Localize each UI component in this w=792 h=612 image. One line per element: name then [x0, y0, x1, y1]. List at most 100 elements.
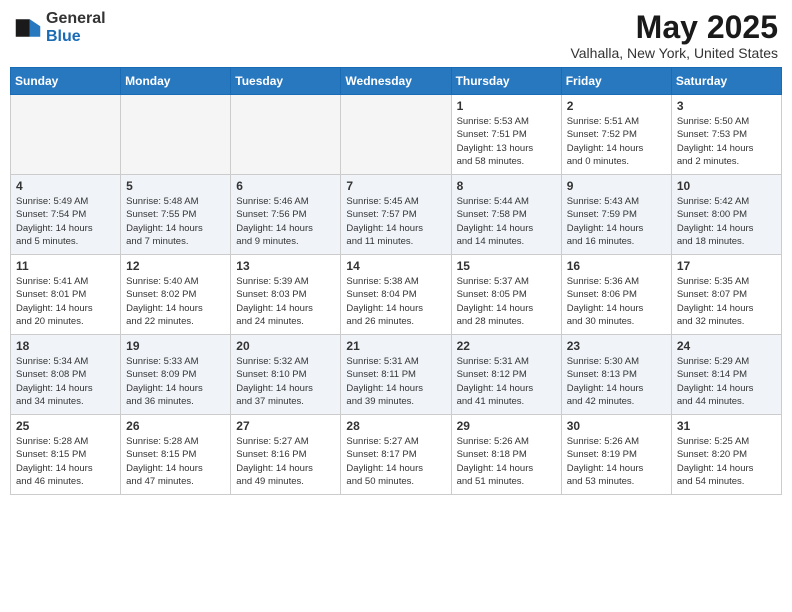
logo-icon	[14, 14, 42, 42]
day-number: 7	[346, 179, 445, 193]
calendar-cell: 7 Sunrise: 5:45 AM Sunset: 7:57 PM Daylig…	[341, 175, 451, 255]
day-number: 28	[346, 419, 445, 433]
day-number: 6	[236, 179, 335, 193]
day-info: Sunrise: 5:26 AM Sunset: 8:19 PM Dayligh…	[567, 435, 666, 488]
calendar-cell: 10 Sunrise: 5:42 AM Sunset: 8:00 PM Dayli…	[671, 175, 781, 255]
calendar-cell	[231, 95, 341, 175]
day-info: Sunrise: 5:28 AM Sunset: 8:15 PM Dayligh…	[16, 435, 115, 488]
day-header-sunday: Sunday	[11, 68, 121, 95]
day-info: Sunrise: 5:28 AM Sunset: 8:15 PM Dayligh…	[126, 435, 225, 488]
calendar-cell: 26 Sunrise: 5:28 AM Sunset: 8:15 PM Dayli…	[121, 415, 231, 495]
day-info: Sunrise: 5:53 AM Sunset: 7:51 PM Dayligh…	[457, 115, 556, 168]
calendar-week-4: 18Sunrise: 5:34 AM Sunset: 8:08 PM Dayli…	[11, 335, 782, 415]
day-info: Sunrise: 5:49 AM Sunset: 7:54 PM Dayligh…	[16, 195, 115, 248]
calendar-cell: 6 Sunrise: 5:46 AM Sunset: 7:56 PM Daylig…	[231, 175, 341, 255]
calendar-cell: 9 Sunrise: 5:43 AM Sunset: 7:59 PM Daylig…	[561, 175, 671, 255]
calendar-cell: 29 Sunrise: 5:26 AM Sunset: 8:18 PM Dayli…	[451, 415, 561, 495]
month-title: May 2025	[570, 10, 778, 45]
day-number: 29	[457, 419, 556, 433]
day-info: Sunrise: 5:37 AM Sunset: 8:05 PM Dayligh…	[457, 275, 556, 328]
logo-general: General	[46, 10, 106, 28]
day-header-saturday: Saturday	[671, 68, 781, 95]
day-number: 4	[16, 179, 115, 193]
day-number: 23	[567, 339, 666, 353]
calendar-cell: 11Sunrise: 5:41 AM Sunset: 8:01 PM Dayli…	[11, 255, 121, 335]
day-number: 22	[457, 339, 556, 353]
calendar-cell	[341, 95, 451, 175]
day-number: 10	[677, 179, 776, 193]
day-header-wednesday: Wednesday	[341, 68, 451, 95]
day-info: Sunrise: 5:45 AM Sunset: 7:57 PM Dayligh…	[346, 195, 445, 248]
day-number: 26	[126, 419, 225, 433]
day-info: Sunrise: 5:34 AM Sunset: 8:08 PM Dayligh…	[16, 355, 115, 408]
day-info: Sunrise: 5:27 AM Sunset: 8:17 PM Dayligh…	[346, 435, 445, 488]
calendar-cell: 16 Sunrise: 5:36 AM Sunset: 8:06 PM Dayli…	[561, 255, 671, 335]
calendar-cell	[11, 95, 121, 175]
day-info: Sunrise: 5:42 AM Sunset: 8:00 PM Dayligh…	[677, 195, 776, 248]
day-info: Sunrise: 5:27 AM Sunset: 8:16 PM Dayligh…	[236, 435, 335, 488]
calendar-cell: 22 Sunrise: 5:31 AM Sunset: 8:12 PM Dayli…	[451, 335, 561, 415]
calendar-cell: 4 Sunrise: 5:49 AM Sunset: 7:54 PM Daylig…	[11, 175, 121, 255]
calendar-cell: 12 Sunrise: 5:40 AM Sunset: 8:02 PM Dayli…	[121, 255, 231, 335]
calendar-cell: 13Sunrise: 5:39 AM Sunset: 8:03 PM Dayli…	[231, 255, 341, 335]
day-number: 12	[126, 259, 225, 273]
day-number: 24	[677, 339, 776, 353]
day-number: 31	[677, 419, 776, 433]
calendar-cell: 25Sunrise: 5:28 AM Sunset: 8:15 PM Dayli…	[11, 415, 121, 495]
day-number: 16	[567, 259, 666, 273]
day-number: 17	[677, 259, 776, 273]
calendar-cell: 30 Sunrise: 5:26 AM Sunset: 8:19 PM Dayli…	[561, 415, 671, 495]
day-number: 15	[457, 259, 556, 273]
day-number: 21	[346, 339, 445, 353]
day-info: Sunrise: 5:40 AM Sunset: 8:02 PM Dayligh…	[126, 275, 225, 328]
day-info: Sunrise: 5:31 AM Sunset: 8:11 PM Dayligh…	[346, 355, 445, 408]
calendar-cell: 1 Sunrise: 5:53 AM Sunset: 7:51 PM Daylig…	[451, 95, 561, 175]
day-info: Sunrise: 5:51 AM Sunset: 7:52 PM Dayligh…	[567, 115, 666, 168]
calendar-cell: 5 Sunrise: 5:48 AM Sunset: 7:55 PM Daylig…	[121, 175, 231, 255]
day-number: 5	[126, 179, 225, 193]
day-number: 8	[457, 179, 556, 193]
calendar-cell: 14 Sunrise: 5:38 AM Sunset: 8:04 PM Dayli…	[341, 255, 451, 335]
day-info: Sunrise: 5:26 AM Sunset: 8:18 PM Dayligh…	[457, 435, 556, 488]
logo-blue: Blue	[46, 28, 106, 46]
calendar-header-row: SundayMondayTuesdayWednesdayThursdayFrid…	[11, 68, 782, 95]
day-info: Sunrise: 5:46 AM Sunset: 7:56 PM Dayligh…	[236, 195, 335, 248]
day-number: 3	[677, 99, 776, 113]
day-header-tuesday: Tuesday	[231, 68, 341, 95]
calendar-cell: 28 Sunrise: 5:27 AM Sunset: 8:17 PM Dayli…	[341, 415, 451, 495]
calendar-cell: 3Sunrise: 5:50 AM Sunset: 7:53 PM Daylig…	[671, 95, 781, 175]
calendar-cell: 8Sunrise: 5:44 AM Sunset: 7:58 PM Daylig…	[451, 175, 561, 255]
calendar-cell: 19Sunrise: 5:33 AM Sunset: 8:09 PM Dayli…	[121, 335, 231, 415]
day-info: Sunrise: 5:48 AM Sunset: 7:55 PM Dayligh…	[126, 195, 225, 248]
day-info: Sunrise: 5:36 AM Sunset: 8:06 PM Dayligh…	[567, 275, 666, 328]
day-info: Sunrise: 5:25 AM Sunset: 8:20 PM Dayligh…	[677, 435, 776, 488]
day-info: Sunrise: 5:38 AM Sunset: 8:04 PM Dayligh…	[346, 275, 445, 328]
day-header-friday: Friday	[561, 68, 671, 95]
calendar-week-2: 4 Sunrise: 5:49 AM Sunset: 7:54 PM Daylig…	[11, 175, 782, 255]
calendar-cell: 15 Sunrise: 5:37 AM Sunset: 8:05 PM Dayli…	[451, 255, 561, 335]
day-number: 9	[567, 179, 666, 193]
day-number: 1	[457, 99, 556, 113]
calendar-cell: 31 Sunrise: 5:25 AM Sunset: 8:20 PM Dayli…	[671, 415, 781, 495]
day-info: Sunrise: 5:31 AM Sunset: 8:12 PM Dayligh…	[457, 355, 556, 408]
logo: General Blue	[14, 10, 106, 45]
day-info: Sunrise: 5:29 AM Sunset: 8:14 PM Dayligh…	[677, 355, 776, 408]
day-info: Sunrise: 5:43 AM Sunset: 7:59 PM Dayligh…	[567, 195, 666, 248]
calendar-cell: 18Sunrise: 5:34 AM Sunset: 8:08 PM Dayli…	[11, 335, 121, 415]
logo-text: General Blue	[46, 10, 106, 45]
day-number: 20	[236, 339, 335, 353]
day-info: Sunrise: 5:30 AM Sunset: 8:13 PM Dayligh…	[567, 355, 666, 408]
day-number: 14	[346, 259, 445, 273]
calendar-table: SundayMondayTuesdayWednesdayThursdayFrid…	[10, 67, 782, 495]
day-info: Sunrise: 5:41 AM Sunset: 8:01 PM Dayligh…	[16, 275, 115, 328]
calendar-cell: 24 Sunrise: 5:29 AM Sunset: 8:14 PM Dayli…	[671, 335, 781, 415]
calendar-week-3: 11Sunrise: 5:41 AM Sunset: 8:01 PM Dayli…	[11, 255, 782, 335]
day-number: 13	[236, 259, 335, 273]
day-number: 2	[567, 99, 666, 113]
calendar-week-5: 25Sunrise: 5:28 AM Sunset: 8:15 PM Dayli…	[11, 415, 782, 495]
day-header-monday: Monday	[121, 68, 231, 95]
calendar-cell: 23 Sunrise: 5:30 AM Sunset: 8:13 PM Dayli…	[561, 335, 671, 415]
day-info: Sunrise: 5:35 AM Sunset: 8:07 PM Dayligh…	[677, 275, 776, 328]
calendar-week-1: 1 Sunrise: 5:53 AM Sunset: 7:51 PM Daylig…	[11, 95, 782, 175]
day-number: 30	[567, 419, 666, 433]
